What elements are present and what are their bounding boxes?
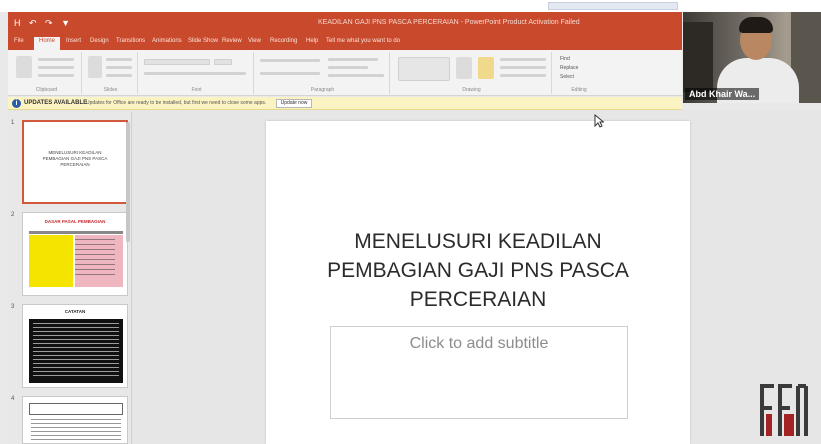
tell-me-search[interactable]: Tell me what you want to do [326,38,400,44]
font-size-dropdown[interactable] [214,59,232,65]
cut-button[interactable] [38,58,74,61]
shape-outline-button[interactable] [500,66,546,69]
slide-thumbnail-3[interactable]: CATATAN [22,304,128,388]
tab-view[interactable]: View [248,38,261,44]
participant-name: Abd Khair Wa... [685,88,760,100]
thumb-title: MENELUSURI KEADILAN PEMBAGIAN GAJI PNS P… [42,150,108,167]
tab-design[interactable]: Design [90,38,109,44]
paste-icon[interactable] [16,56,32,78]
slide-thumbnail-2[interactable]: DASAR PASAL PEMBAGIAN [22,212,128,296]
slide-title-line: PEMBAGIAN GAJI PNS PASCA [327,259,629,282]
layout-button[interactable] [106,58,132,61]
tab-insert[interactable]: Insert [66,38,81,44]
tab-animations[interactable]: Animations [152,38,182,44]
slide-thumbnail-1[interactable]: MENELUSURI KEADILAN PEMBAGIAN GAJI PNS P… [22,120,128,204]
slide-title[interactable]: MENELUSURI KEADILAN PEMBAGIAN GAJI PNS P… [306,227,650,314]
group-label-drawing: Drawing [462,87,481,93]
group-drawing: Drawing [392,52,552,94]
title-bar: H ↶ ↷ ▼ KEADILAN GAJI PNS PASCA PERCERAI… [8,12,682,36]
thumbnail-scrollbar[interactable] [126,122,130,242]
font-format-buttons[interactable] [144,72,246,75]
window-title: KEADILAN GAJI PNS PASCA PERCERAIAN - Pow… [318,19,580,26]
webcam-person-hair [739,17,773,33]
slide-canvas[interactable]: MENELUSURI KEADILAN PEMBAGIAN GAJI PNS P… [266,121,690,444]
infobar-message: Updates for Office are ready to be insta… [86,100,267,106]
format-painter-button[interactable] [38,74,74,77]
infobar-title: UPDATES AVAILABLE [24,100,88,106]
slide-thumbnail-4[interactable] [22,396,128,444]
tab-home[interactable]: Home [34,37,61,50]
replace-button[interactable]: Replace [560,65,578,71]
thumb-number: 3 [11,304,15,310]
tab-review[interactable]: Review [222,38,242,44]
ribbon: Clipboard Slides Font Paragraph Drawing … [8,50,682,96]
thumb-number: 1 [11,120,15,126]
mouse-cursor-icon [594,114,604,128]
shape-fill-button[interactable] [500,58,546,61]
group-label-clipboard: Clipboard [35,87,58,93]
list-buttons[interactable] [260,59,320,62]
select-button[interactable]: Select [560,74,574,80]
group-label-editing: Editing [571,87,587,93]
group-label-slides: Slides [103,87,118,93]
quick-access-toolbar[interactable]: H ↶ ↷ ▼ [14,18,73,29]
top-strip [0,0,821,12]
slide-thumbnail-pane: 1 MENELUSURI KEADILAN PEMBAGIAN GAJI PNS… [8,112,132,444]
update-now-button[interactable]: Update now [276,99,312,108]
copy-button[interactable] [38,66,74,69]
subtitle-placeholder[interactable]: Click to add subtitle [330,326,628,419]
thumb-box [29,403,123,415]
text-direction-button[interactable] [328,58,378,61]
group-font: Font [140,52,254,94]
tab-help[interactable]: Help [306,38,318,44]
group-label-font: Font [191,87,202,93]
update-infobar: i UPDATES AVAILABLE Updates for Office a… [8,97,682,110]
info-icon: i [12,99,21,108]
thumb-number: 2 [11,212,15,218]
group-paragraph: Paragraph [256,52,390,94]
tab-file[interactable]: File [14,38,24,44]
thumb-title: CATATAN [64,309,86,314]
slide-title-line: PERCERAIAN [409,288,547,311]
align-buttons[interactable] [260,72,320,75]
group-editing: Find Replace Select Editing [554,52,604,94]
font-name-dropdown[interactable] [144,59,210,65]
webcam-video: Abd Khair Wa... [683,12,821,103]
thumb-title: DASAR PASAL PEMBAGIAN [44,219,106,224]
tab-slide-show[interactable]: Slide Show [188,38,218,44]
new-slide-icon[interactable] [88,56,102,78]
watermark-logo-icon [760,384,808,436]
tab-recording[interactable]: Recording [270,38,297,44]
group-label-paragraph: Paragraph [310,87,335,93]
thumb-text-lines [75,239,115,279]
thumb-number: 4 [11,396,15,402]
arrange-icon[interactable] [456,57,472,79]
ribbon-tabs: File Home Insert Design Transitions Anim… [8,36,682,50]
group-clipboard: Clipboard [12,52,82,94]
minimized-window[interactable] [548,2,678,10]
tab-transitions[interactable]: Transitions [116,38,145,44]
section-button[interactable] [106,74,132,77]
convert-to-smartart-button[interactable] [328,74,384,77]
reset-button[interactable] [106,66,132,69]
find-button[interactable]: Find [560,56,570,62]
thumb-yellow-block [29,235,73,287]
group-slides: Slides [84,52,138,94]
align-text-button[interactable] [328,66,368,69]
shapes-gallery[interactable] [398,57,450,81]
webcam-bookshelf [683,22,713,92]
slide-title-line: MENELUSURI KEADILAN [354,230,602,253]
shape-effects-button[interactable] [500,74,546,77]
quick-styles-icon[interactable] [478,57,494,79]
subtitle-placeholder-text: Click to add subtitle [409,335,549,352]
thumb-text-lines [33,323,119,379]
thumb-text-lines [31,419,121,443]
thumb-table-header [29,231,123,234]
